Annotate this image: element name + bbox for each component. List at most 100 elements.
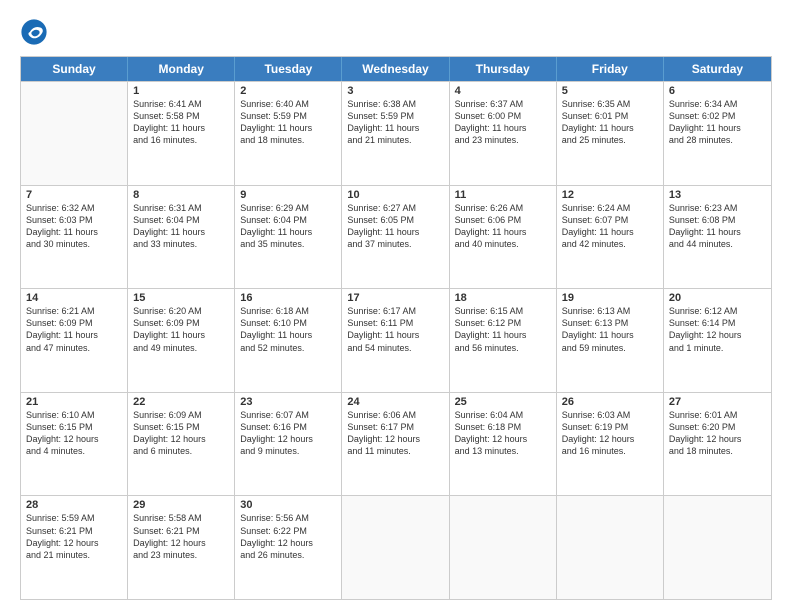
- weekday-header-friday: Friday: [557, 57, 664, 81]
- day-info: Sunrise: 6:07 AM Sunset: 6:16 PM Dayligh…: [240, 409, 336, 458]
- day-cell-26: 26Sunrise: 6:03 AM Sunset: 6:19 PM Dayli…: [557, 393, 664, 496]
- day-cell-30: 30Sunrise: 5:56 AM Sunset: 6:22 PM Dayli…: [235, 496, 342, 599]
- day-info: Sunrise: 6:09 AM Sunset: 6:15 PM Dayligh…: [133, 409, 229, 458]
- day-cell-9: 9Sunrise: 6:29 AM Sunset: 6:04 PM Daylig…: [235, 186, 342, 289]
- day-number: 24: [347, 396, 443, 408]
- day-info: Sunrise: 6:03 AM Sunset: 6:19 PM Dayligh…: [562, 409, 658, 458]
- day-info: Sunrise: 5:56 AM Sunset: 6:22 PM Dayligh…: [240, 512, 336, 561]
- day-cell-22: 22Sunrise: 6:09 AM Sunset: 6:15 PM Dayli…: [128, 393, 235, 496]
- day-number: 5: [562, 85, 658, 97]
- day-number: 9: [240, 189, 336, 201]
- day-cell-empty-0-0: [21, 82, 128, 185]
- day-cell-21: 21Sunrise: 6:10 AM Sunset: 6:15 PM Dayli…: [21, 393, 128, 496]
- day-cell-23: 23Sunrise: 6:07 AM Sunset: 6:16 PM Dayli…: [235, 393, 342, 496]
- day-number: 23: [240, 396, 336, 408]
- day-info: Sunrise: 6:12 AM Sunset: 6:14 PM Dayligh…: [669, 305, 766, 354]
- day-cell-12: 12Sunrise: 6:24 AM Sunset: 6:07 PM Dayli…: [557, 186, 664, 289]
- day-cell-8: 8Sunrise: 6:31 AM Sunset: 6:04 PM Daylig…: [128, 186, 235, 289]
- day-info: Sunrise: 6:34 AM Sunset: 6:02 PM Dayligh…: [669, 98, 766, 147]
- day-cell-16: 16Sunrise: 6:18 AM Sunset: 6:10 PM Dayli…: [235, 289, 342, 392]
- day-number: 2: [240, 85, 336, 97]
- day-number: 26: [562, 396, 658, 408]
- day-info: Sunrise: 6:20 AM Sunset: 6:09 PM Dayligh…: [133, 305, 229, 354]
- day-number: 13: [669, 189, 766, 201]
- day-cell-empty-4-3: [342, 496, 449, 599]
- weekday-header-sunday: Sunday: [21, 57, 128, 81]
- day-number: 25: [455, 396, 551, 408]
- day-number: 30: [240, 499, 336, 511]
- day-info: Sunrise: 6:23 AM Sunset: 6:08 PM Dayligh…: [669, 202, 766, 251]
- calendar-row-4: 21Sunrise: 6:10 AM Sunset: 6:15 PM Dayli…: [21, 392, 771, 496]
- day-number: 12: [562, 189, 658, 201]
- header: [20, 18, 772, 46]
- day-cell-20: 20Sunrise: 6:12 AM Sunset: 6:14 PM Dayli…: [664, 289, 771, 392]
- day-number: 11: [455, 189, 551, 201]
- day-number: 10: [347, 189, 443, 201]
- day-info: Sunrise: 6:13 AM Sunset: 6:13 PM Dayligh…: [562, 305, 658, 354]
- weekday-header-tuesday: Tuesday: [235, 57, 342, 81]
- calendar-header: SundayMondayTuesdayWednesdayThursdayFrid…: [21, 57, 771, 81]
- day-cell-11: 11Sunrise: 6:26 AM Sunset: 6:06 PM Dayli…: [450, 186, 557, 289]
- day-number: 20: [669, 292, 766, 304]
- calendar-row-5: 28Sunrise: 5:59 AM Sunset: 6:21 PM Dayli…: [21, 495, 771, 599]
- weekday-header-monday: Monday: [128, 57, 235, 81]
- calendar-row-3: 14Sunrise: 6:21 AM Sunset: 6:09 PM Dayli…: [21, 288, 771, 392]
- day-info: Sunrise: 6:06 AM Sunset: 6:17 PM Dayligh…: [347, 409, 443, 458]
- day-cell-17: 17Sunrise: 6:17 AM Sunset: 6:11 PM Dayli…: [342, 289, 449, 392]
- day-number: 27: [669, 396, 766, 408]
- day-number: 18: [455, 292, 551, 304]
- day-cell-2: 2Sunrise: 6:40 AM Sunset: 5:59 PM Daylig…: [235, 82, 342, 185]
- calendar: SundayMondayTuesdayWednesdayThursdayFrid…: [20, 56, 772, 600]
- day-number: 21: [26, 396, 122, 408]
- day-cell-7: 7Sunrise: 6:32 AM Sunset: 6:03 PM Daylig…: [21, 186, 128, 289]
- day-cell-13: 13Sunrise: 6:23 AM Sunset: 6:08 PM Dayli…: [664, 186, 771, 289]
- day-cell-3: 3Sunrise: 6:38 AM Sunset: 5:59 PM Daylig…: [342, 82, 449, 185]
- day-info: Sunrise: 6:41 AM Sunset: 5:58 PM Dayligh…: [133, 98, 229, 147]
- day-number: 3: [347, 85, 443, 97]
- day-number: 14: [26, 292, 122, 304]
- day-info: Sunrise: 6:17 AM Sunset: 6:11 PM Dayligh…: [347, 305, 443, 354]
- weekday-header-wednesday: Wednesday: [342, 57, 449, 81]
- day-number: 19: [562, 292, 658, 304]
- logo-icon: [20, 18, 48, 46]
- day-info: Sunrise: 5:58 AM Sunset: 6:21 PM Dayligh…: [133, 512, 229, 561]
- day-number: 29: [133, 499, 229, 511]
- day-number: 28: [26, 499, 122, 511]
- day-number: 1: [133, 85, 229, 97]
- day-info: Sunrise: 6:01 AM Sunset: 6:20 PM Dayligh…: [669, 409, 766, 458]
- day-info: Sunrise: 6:27 AM Sunset: 6:05 PM Dayligh…: [347, 202, 443, 251]
- day-cell-28: 28Sunrise: 5:59 AM Sunset: 6:21 PM Dayli…: [21, 496, 128, 599]
- day-cell-15: 15Sunrise: 6:20 AM Sunset: 6:09 PM Dayli…: [128, 289, 235, 392]
- logo: [20, 18, 52, 46]
- day-info: Sunrise: 6:32 AM Sunset: 6:03 PM Dayligh…: [26, 202, 122, 251]
- calendar-body: 1Sunrise: 6:41 AM Sunset: 5:58 PM Daylig…: [21, 81, 771, 599]
- day-info: Sunrise: 6:38 AM Sunset: 5:59 PM Dayligh…: [347, 98, 443, 147]
- day-info: Sunrise: 6:18 AM Sunset: 6:10 PM Dayligh…: [240, 305, 336, 354]
- day-cell-4: 4Sunrise: 6:37 AM Sunset: 6:00 PM Daylig…: [450, 82, 557, 185]
- day-info: Sunrise: 6:35 AM Sunset: 6:01 PM Dayligh…: [562, 98, 658, 147]
- day-number: 22: [133, 396, 229, 408]
- day-info: Sunrise: 6:37 AM Sunset: 6:00 PM Dayligh…: [455, 98, 551, 147]
- day-info: Sunrise: 6:10 AM Sunset: 6:15 PM Dayligh…: [26, 409, 122, 458]
- calendar-row-2: 7Sunrise: 6:32 AM Sunset: 6:03 PM Daylig…: [21, 185, 771, 289]
- day-number: 16: [240, 292, 336, 304]
- day-cell-24: 24Sunrise: 6:06 AM Sunset: 6:17 PM Dayli…: [342, 393, 449, 496]
- day-info: Sunrise: 6:21 AM Sunset: 6:09 PM Dayligh…: [26, 305, 122, 354]
- day-info: Sunrise: 6:40 AM Sunset: 5:59 PM Dayligh…: [240, 98, 336, 147]
- day-cell-19: 19Sunrise: 6:13 AM Sunset: 6:13 PM Dayli…: [557, 289, 664, 392]
- day-cell-empty-4-6: [664, 496, 771, 599]
- weekday-header-thursday: Thursday: [450, 57, 557, 81]
- day-cell-25: 25Sunrise: 6:04 AM Sunset: 6:18 PM Dayli…: [450, 393, 557, 496]
- day-cell-6: 6Sunrise: 6:34 AM Sunset: 6:02 PM Daylig…: [664, 82, 771, 185]
- day-cell-empty-4-5: [557, 496, 664, 599]
- day-cell-1: 1Sunrise: 6:41 AM Sunset: 5:58 PM Daylig…: [128, 82, 235, 185]
- day-info: Sunrise: 6:15 AM Sunset: 6:12 PM Dayligh…: [455, 305, 551, 354]
- day-info: Sunrise: 6:29 AM Sunset: 6:04 PM Dayligh…: [240, 202, 336, 251]
- day-cell-27: 27Sunrise: 6:01 AM Sunset: 6:20 PM Dayli…: [664, 393, 771, 496]
- page: SundayMondayTuesdayWednesdayThursdayFrid…: [0, 0, 792, 612]
- day-info: Sunrise: 6:31 AM Sunset: 6:04 PM Dayligh…: [133, 202, 229, 251]
- day-number: 17: [347, 292, 443, 304]
- day-number: 6: [669, 85, 766, 97]
- day-info: Sunrise: 6:26 AM Sunset: 6:06 PM Dayligh…: [455, 202, 551, 251]
- day-info: Sunrise: 6:24 AM Sunset: 6:07 PM Dayligh…: [562, 202, 658, 251]
